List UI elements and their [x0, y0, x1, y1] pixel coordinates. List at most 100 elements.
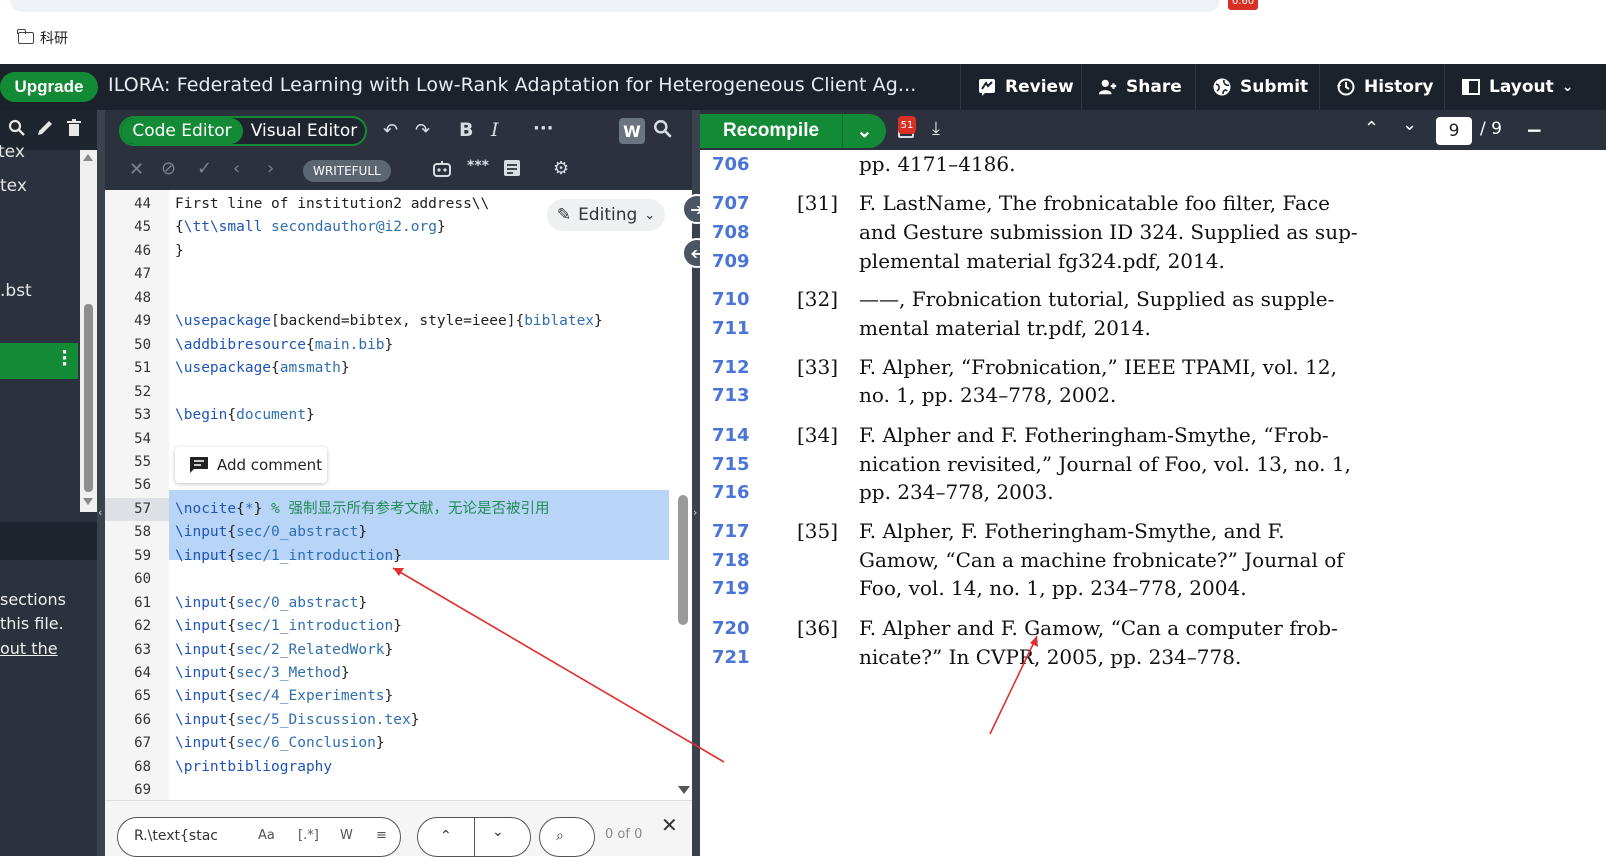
previous-page-icon[interactable]: ⌃	[1364, 118, 1379, 139]
pdf-line-number[interactable]: 707	[712, 193, 750, 214]
scroll-thumb[interactable]	[84, 304, 93, 492]
check-icon[interactable]: ✓	[197, 158, 212, 179]
pdf-line-number[interactable]: 718	[712, 550, 750, 571]
pdf-line-number[interactable]: 716	[712, 482, 750, 503]
pdf-line-number[interactable]: 719	[712, 578, 750, 599]
code-line[interactable]: \input{sec/5_Discussion.tex}	[175, 709, 419, 732]
block-icon[interactable]: ⊘	[161, 158, 176, 179]
code-line[interactable]: \input{sec/3_Method}	[175, 662, 350, 685]
editing-mode-dropdown[interactable]: ✎ Editing ⌄	[547, 199, 665, 231]
history-button[interactable]: History	[1319, 64, 1444, 110]
code-line[interactable]: \usepackage{amsmath}	[175, 357, 350, 380]
file-outline-header[interactable]	[0, 522, 97, 560]
regex-icon[interactable]: [.*]	[298, 828, 319, 843]
trash-icon[interactable]	[66, 119, 82, 142]
code-line[interactable]: \printbibliography	[175, 756, 332, 779]
scroll-down-icon[interactable]	[83, 498, 93, 505]
search-option-button[interactable]: ⌕	[539, 817, 595, 857]
search-replace-icon[interactable]	[653, 119, 673, 144]
code-line[interactable]: \input{sec/0_abstract}	[175, 521, 367, 544]
add-comment-button[interactable]: Add comment	[175, 447, 327, 483]
note-icon[interactable]	[503, 159, 521, 182]
scroll-down-icon[interactable]	[678, 786, 690, 794]
share-button[interactable]: Share	[1081, 64, 1195, 110]
code-line[interactable]: \usepackage[backend=bibtex, style=ieee]{…	[175, 310, 603, 333]
code-line[interactable]: First line of institution2 address\\	[175, 193, 489, 216]
pdf-line-number[interactable]: 709	[712, 251, 750, 272]
extension-badge[interactable]: 0.60	[1228, 0, 1259, 10]
visual-editor-tab[interactable]: Visual Editor	[243, 118, 365, 144]
search-icon[interactable]	[8, 119, 26, 142]
robot-icon[interactable]	[431, 159, 453, 184]
recompile-button[interactable]: Recompile ⌄	[700, 114, 886, 148]
match-case-icon[interactable]: Aa	[258, 828, 275, 843]
previous-match-icon[interactable]: ⌃	[440, 828, 452, 844]
code-line[interactable]: }	[175, 240, 184, 263]
close-icon[interactable]: ✕	[129, 159, 144, 180]
whole-word-icon[interactable]: W	[340, 828, 353, 843]
code-line[interactable]: {\tt\small secondauthor@i2.org}	[175, 216, 446, 239]
scroll-up-icon[interactable]	[83, 154, 93, 161]
redo-icon[interactable]: ↷	[415, 120, 430, 141]
pdf-line-number[interactable]: 713	[712, 385, 750, 406]
next-match-icon[interactable]: ⌄	[492, 824, 504, 840]
pdf-line-number[interactable]: 721	[712, 647, 750, 668]
undo-icon[interactable]: ↶	[383, 120, 398, 141]
pdf-line-number[interactable]: 717	[712, 521, 750, 542]
pdf-line-number[interactable]: 706	[712, 154, 750, 175]
code-editor[interactable]: ✎ Editing ⌄ Add comment First line of in…	[169, 190, 675, 800]
within-selection-icon[interactable]: ≡	[376, 828, 387, 843]
pdf-line-number[interactable]: 720	[712, 618, 750, 639]
password-dots-icon[interactable]: ***	[467, 158, 489, 174]
upgrade-button[interactable]: Upgrade	[0, 72, 98, 102]
code-line[interactable]: \input{sec/0_abstract}	[175, 592, 367, 615]
panel-splitter[interactable]: ‹	[97, 110, 105, 856]
collapse-left-icon[interactable]: ‹	[98, 507, 102, 518]
chevron-left-icon[interactable]: ‹	[233, 158, 240, 179]
gear-icon[interactable]: ⚙	[553, 158, 569, 179]
search-input[interactable]: R.\text{stac Aa [.*] W ≡	[117, 817, 401, 857]
code-line[interactable]: \nocite{*} % 强制显示所有参考文献，无论是否被引用	[175, 498, 550, 521]
scroll-thumb[interactable]	[678, 495, 688, 625]
file-item-selected[interactable]: · · ·	[0, 343, 78, 379]
bold-icon[interactable]: B	[459, 119, 473, 141]
close-search-icon[interactable]: ✕	[661, 813, 678, 837]
code-line[interactable]: \input{sec/1_introduction}	[175, 545, 402, 568]
code-scrollbar[interactable]	[675, 190, 692, 800]
layout-button[interactable]: Layout ⌄	[1444, 64, 1606, 110]
italic-icon[interactable]: I	[491, 119, 499, 141]
code-line[interactable]: \input{sec/2_RelatedWork}	[175, 639, 393, 662]
code-line[interactable]: \addbibresource{main.bib}	[175, 334, 393, 357]
editor-mode-toggle[interactable]: Code Editor Visual Editor	[119, 116, 367, 146]
file-item[interactable]: .bst	[0, 281, 32, 301]
pdf-line-number[interactable]: 710	[712, 289, 750, 310]
bookmark-folder[interactable]: 科研	[17, 28, 68, 48]
zoom-out-icon[interactable]: −	[1526, 118, 1543, 142]
writefull-logo-icon[interactable]: W	[619, 118, 645, 144]
code-editor-tab[interactable]: Code Editor	[121, 118, 243, 144]
file-item[interactable]: tex	[0, 176, 27, 196]
collapse-right-icon[interactable]: ›	[693, 507, 697, 518]
file-item[interactable]: tex	[0, 142, 25, 162]
code-line[interactable]: \begin{document}	[175, 404, 315, 427]
pencil-icon[interactable]	[36, 119, 54, 142]
page-number-input[interactable]: 9	[1436, 117, 1472, 145]
pdf-viewer[interactable]: 706 pp. 4171–4186. 707 [31] F. LastName, The…	[700, 150, 1606, 856]
pdf-line-number[interactable]: 708	[712, 222, 750, 243]
chevron-down-icon[interactable]: ⌄	[842, 114, 886, 148]
file-tree-scrollbar[interactable]	[80, 150, 97, 512]
more-options-icon[interactable]: ···	[533, 118, 554, 139]
kebab-menu-icon[interactable]: · · ·	[61, 344, 68, 374]
pdf-line-number[interactable]: 715	[712, 454, 750, 475]
submit-button[interactable]: Submit	[1195, 64, 1319, 110]
writefull-badge[interactable]: WRITEFULL	[303, 160, 391, 182]
download-icon[interactable]: ⤓	[932, 118, 940, 139]
code-line[interactable]: \input{sec/6_Conclusion}	[175, 732, 385, 755]
pdf-line-number[interactable]: 714	[712, 425, 750, 446]
code-line[interactable]: \input{sec/4_Experiments}	[175, 685, 393, 708]
address-bar[interactable]	[10, 0, 1220, 12]
review-button[interactable]: Review	[960, 64, 1081, 110]
pdf-line-number[interactable]: 711	[712, 318, 750, 339]
outline-learn-more-link[interactable]: out the	[0, 639, 58, 658]
chevron-right-icon[interactable]: ›	[267, 158, 274, 179]
